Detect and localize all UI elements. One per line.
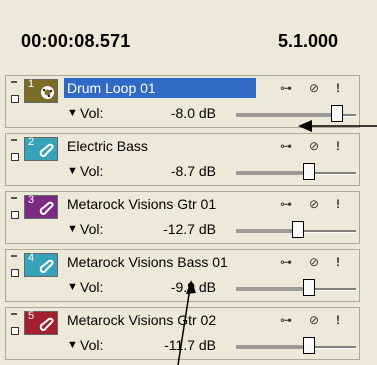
track-row[interactable]: 3 Metarock Visions Gtr 01 ⊶ ⊘ ! ▼ Vol: -… (5, 191, 360, 244)
guitar-icon (39, 143, 54, 158)
time-display: 00:00:08.571 (21, 31, 131, 51)
volume-label: Vol: (80, 337, 104, 353)
track-row[interactable]: 4 Metarock Visions Bass 01 ⊶ ⊘ ! ▼ Vol: … (5, 249, 360, 302)
minimize-track-button[interactable] (11, 81, 17, 83)
solo-icon[interactable]: ! (336, 81, 340, 95)
track-fx-icon[interactable]: ⊶ (280, 313, 292, 327)
volume-slider-thumb[interactable] (331, 105, 343, 122)
volume-slider-fill (236, 229, 292, 233)
volume-slider-thumb[interactable] (303, 279, 315, 296)
track-row[interactable]: 2 Electric Bass ⊶ ⊘ ! ▼ Vol: -8.7 dB (5, 133, 360, 186)
minimize-track-button[interactable] (11, 255, 17, 257)
volume-dropdown-icon[interactable]: ▼ (67, 223, 78, 235)
solo-icon[interactable]: ! (336, 313, 340, 327)
track-number-badge[interactable]: 4 (24, 252, 58, 277)
minimize-track-button[interactable] (11, 197, 17, 199)
volume-value: -8.7 dB (170, 163, 216, 179)
track-number: 2 (28, 136, 35, 148)
volume-row: ▼ Vol: -8.7 dB (66, 162, 356, 180)
track-number-badge[interactable]: 3 (24, 194, 58, 219)
maximize-track-button[interactable] (11, 153, 19, 161)
track-fx-icon[interactable]: ⊶ (280, 139, 292, 153)
volume-slider-thumb[interactable] (303, 337, 315, 354)
drum-icon (41, 86, 54, 99)
minimize-track-button[interactable] (11, 139, 17, 141)
track-row[interactable]: 5 Metarock Visions Gtr 02 ⊶ ⊘ ! ▼ Vol: -… (5, 307, 360, 360)
volume-slider-fill (236, 287, 303, 291)
track-fx-icon[interactable]: ⊶ (280, 81, 292, 95)
guitar-icon (39, 201, 54, 216)
track-name[interactable]: Drum Loop 01 (64, 78, 256, 98)
project-format-display: 5.1.000 (278, 31, 339, 51)
maximize-track-button[interactable] (11, 95, 19, 103)
mute-icon[interactable]: ⊘ (309, 197, 319, 211)
solo-icon[interactable]: ! (336, 255, 340, 269)
volume-slider-thumb[interactable] (292, 221, 304, 238)
track-number: 5 (28, 310, 35, 322)
guitar-icon (39, 259, 54, 274)
volume-label: Vol: (80, 163, 104, 179)
volume-dropdown-icon[interactable]: ▼ (67, 165, 78, 177)
track-name[interactable]: Metarock Visions Bass 01 (64, 252, 231, 272)
volume-row: ▼ Vol: -8.0 dB (66, 104, 356, 122)
mute-icon[interactable]: ⊘ (309, 255, 319, 269)
track-name[interactable]: Metarock Visions Gtr 01 (64, 194, 219, 214)
volume-dropdown-icon[interactable]: ▼ (67, 107, 78, 119)
volume-value: -12.7 dB (163, 221, 216, 237)
mute-icon[interactable]: ⊘ (309, 81, 319, 95)
volume-slider-fill (236, 345, 303, 349)
volume-row: ▼ Vol: -11.7 dB (66, 336, 356, 354)
volume-value: -11.7 dB (164, 337, 216, 353)
guitar-icon (39, 317, 54, 332)
track-name[interactable]: Metarock Visions Gtr 02 (64, 310, 219, 330)
mute-icon[interactable]: ⊘ (309, 313, 319, 327)
track-fx-icon[interactable]: ⊶ (280, 197, 292, 211)
solo-icon[interactable]: ! (336, 197, 340, 211)
volume-label: Vol: (80, 279, 104, 295)
volume-slider-fill (236, 113, 331, 117)
solo-icon[interactable]: ! (336, 139, 340, 153)
minimize-track-button[interactable] (11, 313, 17, 315)
track-number-badge[interactable]: 1 (24, 78, 58, 103)
volume-slider-thumb[interactable] (303, 163, 315, 180)
mute-icon[interactable]: ⊘ (309, 139, 319, 153)
maximize-track-button[interactable] (11, 327, 19, 335)
volume-label: Vol: (80, 105, 104, 121)
timeline-header: 00:00:08.571 5.1.000 (0, 0, 377, 75)
track-number-badge[interactable]: 2 (24, 136, 58, 161)
volume-dropdown-icon[interactable]: ▼ (67, 339, 78, 351)
volume-row: ▼ Vol: -12.7 dB (66, 220, 356, 238)
maximize-track-button[interactable] (11, 211, 19, 219)
maximize-track-button[interactable] (11, 269, 19, 277)
volume-row: ▼ Vol: -9.9 dB (66, 278, 356, 296)
track-name[interactable]: Electric Bass (64, 136, 151, 156)
track-fx-icon[interactable]: ⊶ (280, 255, 292, 269)
volume-dropdown-icon[interactable]: ▼ (67, 281, 78, 293)
track-number: 4 (28, 252, 35, 264)
track-number: 3 (28, 194, 35, 206)
volume-value: -9.9 dB (170, 279, 216, 295)
track-number-badge[interactable]: 5 (24, 310, 58, 335)
track-list: 1 Drum Loop 01 ⊶ ⊘ ! ▼ Vol: -8.0 dB 2 El… (0, 75, 377, 365)
track-number: 1 (28, 78, 35, 90)
volume-slider-fill (236, 171, 303, 175)
volume-label: Vol: (80, 221, 104, 237)
track-row[interactable]: 1 Drum Loop 01 ⊶ ⊘ ! ▼ Vol: -8.0 dB (5, 75, 360, 128)
volume-value: -8.0 dB (170, 105, 216, 121)
